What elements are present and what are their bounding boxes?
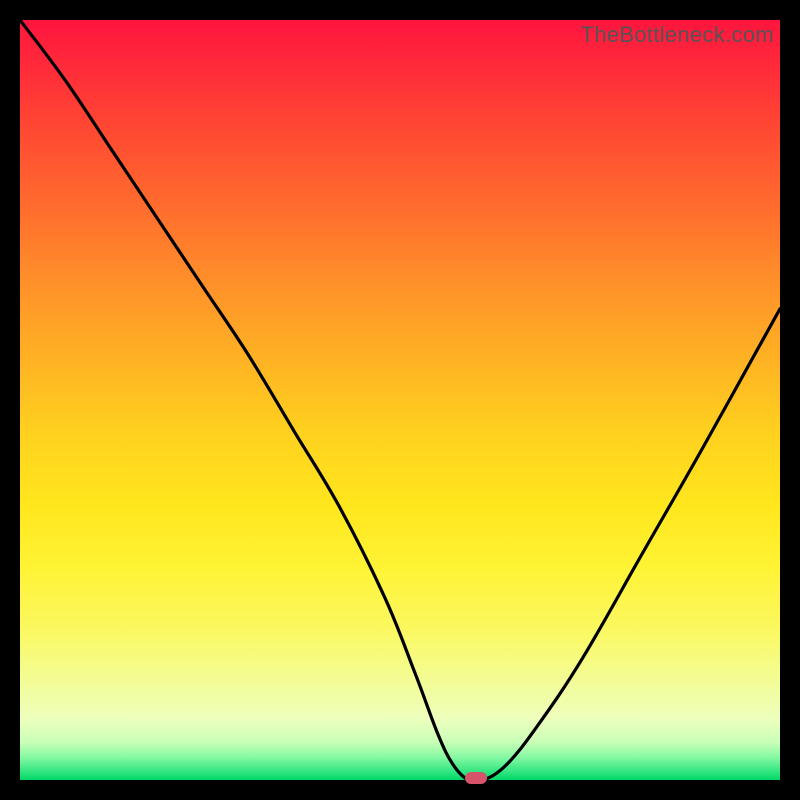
minimum-marker <box>465 772 487 784</box>
watermark-label: TheBottleneck.com <box>581 22 774 48</box>
plot-area: TheBottleneck.com <box>20 20 780 780</box>
chart-frame: TheBottleneck.com <box>0 0 800 800</box>
bottleneck-curve <box>20 20 780 780</box>
